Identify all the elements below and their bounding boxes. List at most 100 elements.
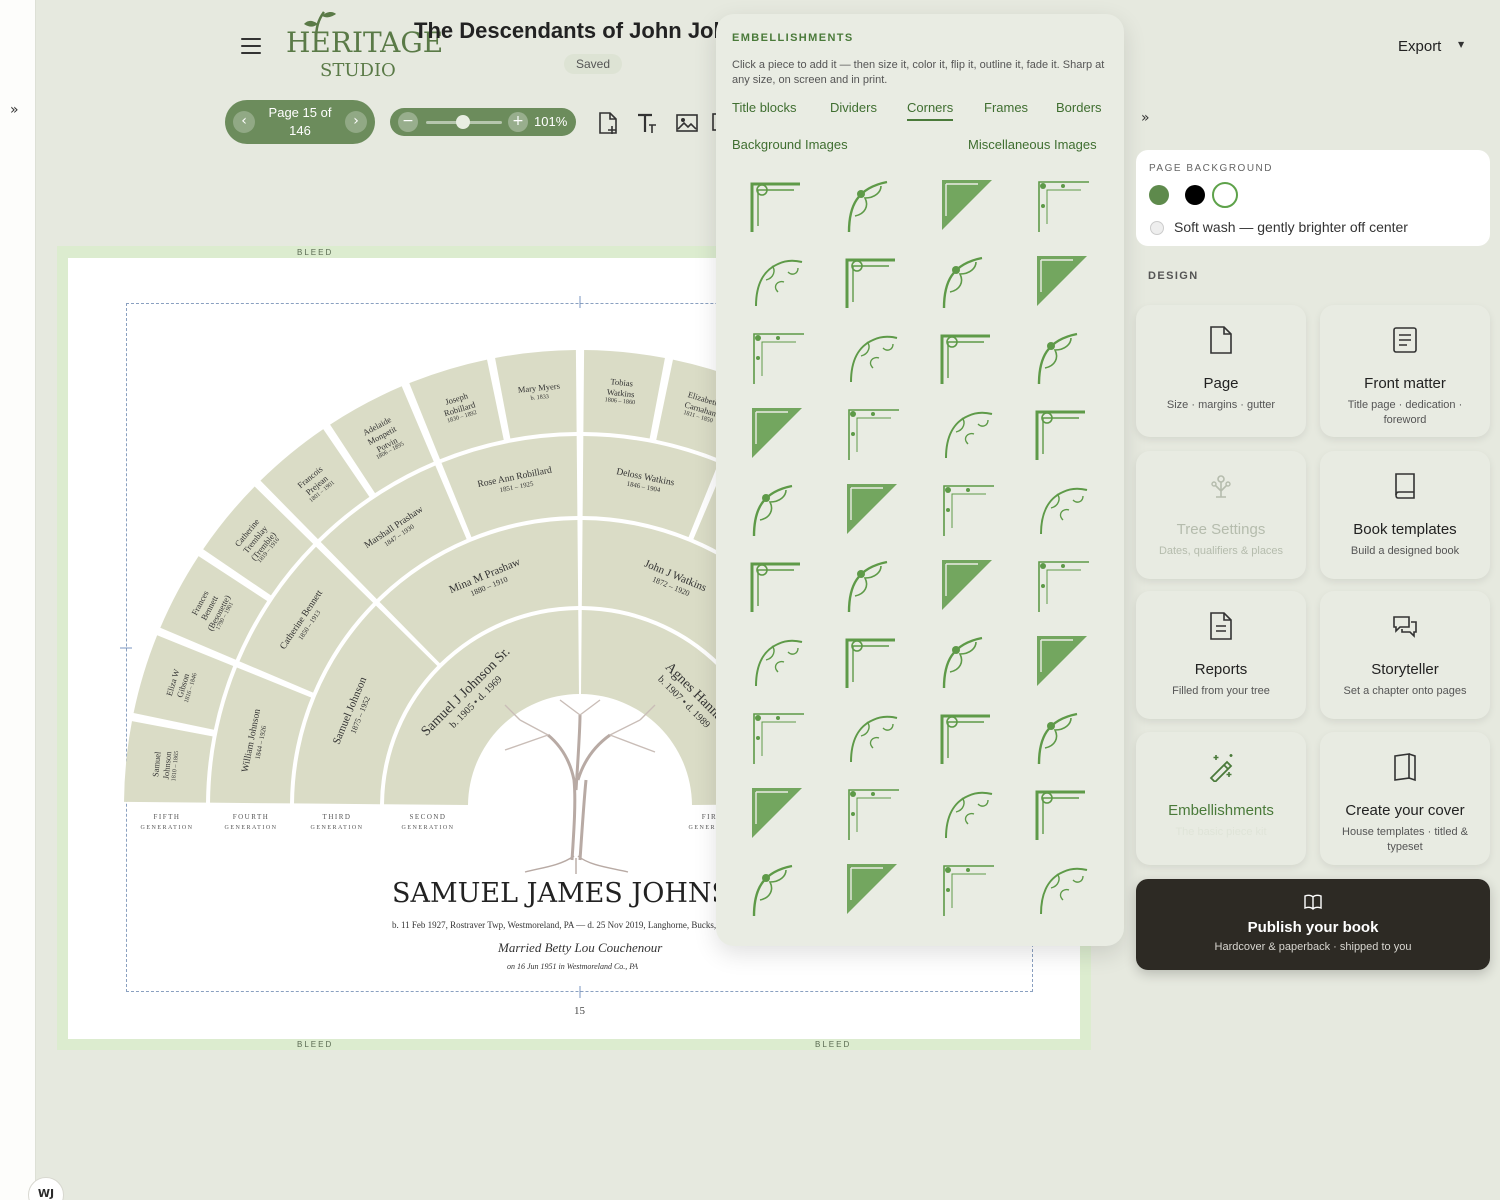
design-card-page[interactable]: Page Size · margins · gutter	[1136, 305, 1306, 437]
tree-illustration	[504, 699, 656, 874]
corner-ornament-10[interactable]	[843, 328, 903, 388]
corner-ornament-15[interactable]	[938, 404, 998, 464]
corner-ornament-39[interactable]	[938, 860, 998, 920]
corner-ornament-8[interactable]	[1033, 252, 1093, 312]
corner-ornament-6[interactable]	[843, 252, 903, 312]
generation-label: SECOND	[409, 813, 446, 821]
corner-ornament-27[interactable]	[938, 632, 998, 692]
corner-ornament-20[interactable]	[1033, 480, 1093, 540]
design-card-front-matter[interactable]: Front matter Title page · dedication · f…	[1320, 305, 1490, 437]
corner-ornament-icon	[750, 182, 800, 232]
corner-ornament-13[interactable]	[748, 404, 808, 464]
corner-ornament-icon	[940, 334, 990, 384]
corner-ornament-11[interactable]	[938, 328, 998, 388]
corner-ornament-icon	[1040, 487, 1088, 535]
corner-ornament-12[interactable]	[1033, 328, 1093, 388]
corner-ornament-icon	[1037, 332, 1078, 385]
publish-book-button[interactable]: Publish your book Hardcover & paperback …	[1136, 879, 1490, 970]
corner-ornament-29[interactable]	[748, 708, 808, 768]
corner-ornament-icon	[848, 789, 899, 840]
design-card-create-cover[interactable]: Create your cover House templates · titl…	[1320, 732, 1490, 865]
front-matter-icon	[1393, 327, 1417, 353]
soft-wash-radio[interactable]	[1150, 221, 1164, 235]
swatch-black[interactable]	[1185, 185, 1205, 205]
ancestor-label[interactable]: SamuelJohnson1810 – 1865	[150, 749, 180, 782]
page-icon	[1210, 326, 1232, 354]
swatch-white[interactable]	[1212, 182, 1238, 208]
corner-ornament-31[interactable]	[938, 708, 998, 768]
corner-ornament-38[interactable]	[843, 860, 903, 920]
corner-ornament-18[interactable]	[843, 480, 903, 540]
design-card-reports[interactable]: Reports Filled from your tree	[1136, 591, 1306, 719]
corner-ornament-icon	[755, 259, 803, 307]
tab-borders[interactable]: Borders	[1056, 100, 1102, 115]
corner-ornament-19[interactable]	[938, 480, 998, 540]
design-card-book-templates[interactable]: Book templates Build a designed book	[1320, 451, 1490, 579]
design-card-title: Page	[1203, 375, 1239, 392]
corner-ornament-icon	[1040, 867, 1088, 915]
corner-ornament-35[interactable]	[938, 784, 998, 844]
page-background-card: PAGE BACKGROUND Soft wash — gently brigh…	[1136, 150, 1490, 246]
corner-ornament-21[interactable]	[748, 556, 808, 616]
tab-dividers[interactable]: Dividers	[830, 100, 877, 115]
corner-ornament-icon	[945, 791, 993, 839]
page-background-label: PAGE BACKGROUND	[1149, 163, 1273, 174]
corner-ornament-32[interactable]	[1033, 708, 1093, 768]
person-married[interactable]: Married Betty Lou Couchenour	[498, 940, 662, 956]
corner-ornament-5[interactable]	[748, 252, 808, 312]
corner-ornament-26[interactable]	[843, 632, 903, 692]
person-married-on[interactable]: on 16 Jun 1951 in Westmoreland Co., PA	[507, 962, 638, 971]
corner-ornament-icon	[945, 411, 993, 459]
corner-ornament-icon	[752, 864, 793, 917]
corner-ornament-25[interactable]	[748, 632, 808, 692]
tab-background-images[interactable]: Background Images	[732, 137, 848, 152]
corner-ornament-3[interactable]	[938, 176, 998, 236]
corner-ornament-2[interactable]	[843, 176, 903, 236]
corner-ornament-14[interactable]	[843, 404, 903, 464]
corner-ornament-34[interactable]	[843, 784, 903, 844]
corner-ornament-23[interactable]	[938, 556, 998, 616]
corner-ornament-icon	[942, 180, 992, 230]
fan-wedge-gen2[interactable]	[384, 610, 579, 805]
corner-ornament-9[interactable]	[748, 328, 808, 388]
corner-ornament-22[interactable]	[843, 556, 903, 616]
corner-ornament-30[interactable]	[843, 708, 903, 768]
person-vitals[interactable]: b. 11 Feb 1927, Rostraver Twp, Westmorel…	[392, 920, 717, 930]
corner-ornament-icon	[847, 864, 897, 914]
fan-wedge-gen5[interactable]	[495, 350, 577, 439]
corner-ornament-16[interactable]	[1033, 404, 1093, 464]
corner-ornament-icon	[943, 865, 994, 916]
cover-icon	[1394, 753, 1416, 782]
design-card-storyteller[interactable]: Storyteller Set a chapter onto pages	[1320, 591, 1490, 719]
tab-title-blocks[interactable]: Title blocks	[732, 100, 797, 115]
corner-ornament-icon	[940, 714, 990, 764]
corner-ornament-24[interactable]	[1033, 556, 1093, 616]
generation-labels: FIFTH GENERATION FOURTH GENERATION THIRD GENE…	[141, 813, 741, 831]
tab-frames[interactable]: Frames	[984, 100, 1028, 115]
corner-ornament-33[interactable]	[748, 784, 808, 844]
corner-ornament-icon	[1037, 636, 1087, 686]
design-card-embellishments[interactable]: Embellishments The basic piece kit	[1136, 732, 1306, 865]
tab-corners[interactable]: Corners	[907, 100, 954, 121]
corner-ornament-icon	[755, 639, 803, 687]
generation-label: FOURTH	[233, 813, 270, 821]
corner-ornament-4[interactable]	[1033, 176, 1093, 236]
generation-label: GENERATION	[402, 825, 455, 831]
corner-ornament-40[interactable]	[1033, 860, 1093, 920]
swatch-green[interactable]	[1149, 185, 1169, 205]
corner-ornament-7[interactable]	[938, 252, 998, 312]
corner-ornament-36[interactable]	[1033, 784, 1093, 844]
design-card-subtitle: Dates, qualifiers & places	[1158, 545, 1284, 557]
tab-miscellaneous-images[interactable]: Miscellaneous Images	[968, 137, 1097, 152]
corner-ornament-icon	[750, 562, 800, 612]
corner-ornament-icon	[753, 333, 804, 384]
corner-ornament-17[interactable]	[748, 480, 808, 540]
design-card-subtitle: The basic piece kit	[1175, 826, 1267, 838]
design-card-subtitle: Build a designed book	[1350, 545, 1460, 557]
corner-ornament-icon	[942, 636, 983, 689]
corner-ornament-28[interactable]	[1033, 632, 1093, 692]
design-card-tree-settings[interactable]: Tree Settings Dates, qualifiers & places	[1136, 451, 1306, 579]
corner-ornament-icon	[850, 335, 898, 383]
corner-ornament-37[interactable]	[748, 860, 808, 920]
corner-ornament-1[interactable]	[748, 176, 808, 236]
